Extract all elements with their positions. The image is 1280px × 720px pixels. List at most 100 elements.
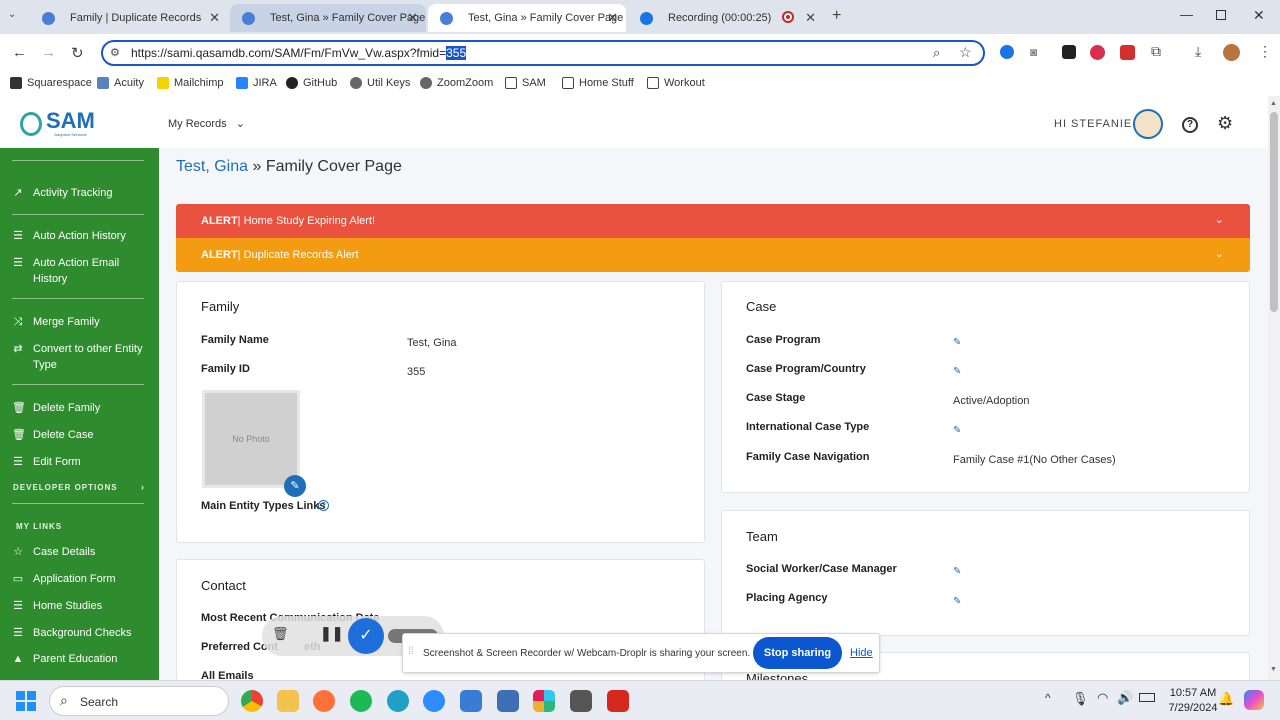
close-window-icon[interactable]: ✕: [1253, 7, 1265, 24]
tab-recording[interactable]: Recording (00:00:25) ✕: [628, 4, 824, 32]
my-records-dropdown[interactable]: My Records ⌄: [168, 117, 245, 130]
taskbar-search-box[interactable]: ⌕ Search: [49, 686, 229, 716]
bookmark-zoomzoom[interactable]: ZoomZoom: [420, 77, 493, 89]
new-tab-icon[interactable]: +: [832, 7, 841, 25]
home-study-expiring-alert[interactable]: ALERT | Home Study Expiring Alert! ⌄: [176, 204, 1250, 238]
sidebar-link-parent-education[interactable]: ▲ Parent Education: [12, 651, 118, 667]
tab-family-cover-page-active[interactable]: Test, Gina » Family Cover Page ✕: [428, 4, 626, 32]
sidebar-item-edit-form[interactable]: ☰ Edit Form: [12, 454, 81, 470]
tab-search-icon[interactable]: ⌄: [8, 9, 16, 20]
calculator-icon[interactable]: [570, 690, 592, 712]
minimize-icon[interactable]: —: [1180, 7, 1193, 22]
bookmark-acuity[interactable]: Acuity: [97, 77, 144, 89]
extension-icon[interactable]: [1000, 45, 1014, 59]
sidebar-link-case-details[interactable]: ☆ Case Details: [12, 544, 95, 560]
scroll-down-icon[interactable]: ▼: [1270, 666, 1277, 673]
edit-pencil-icon[interactable]: ✎: [953, 366, 961, 377]
zoom-icon[interactable]: ⌕: [933, 45, 940, 61]
help-circle-icon[interactable]: ?: [318, 500, 329, 511]
scrollbar-thumb[interactable]: [1270, 112, 1278, 312]
volume-icon[interactable]: 🔊: [1117, 690, 1133, 706]
menu-kebab-icon[interactable]: ⋮: [1258, 43, 1272, 60]
page-scrollbar[interactable]: ▲ ▼: [1268, 96, 1280, 680]
bookmark-home-stuff[interactable]: Home Stuff: [562, 77, 634, 89]
url-text[interactable]: https://sami.qasamdb.com/SAM/Fm/FmVw_Vw.…: [131, 46, 467, 60]
extension-icon[interactable]: [1062, 45, 1076, 59]
wifi-icon[interactable]: ◠: [1097, 690, 1108, 706]
tab-family-duplicate-records[interactable]: Family | Duplicate Records ✕: [30, 4, 228, 32]
close-tab-icon[interactable]: ✕: [607, 10, 618, 26]
chevron-down-icon[interactable]: ⌄: [1215, 213, 1224, 226]
bookmark-squarespace[interactable]: Squarespace: [10, 77, 92, 89]
adblock-icon[interactable]: [1090, 45, 1105, 60]
sidebar-link-background-checks[interactable]: ☰ Background Checks: [12, 625, 131, 641]
extension-icon[interactable]: [1120, 45, 1135, 60]
sidebar-link-home-studies[interactable]: ☰ Home Studies: [12, 598, 102, 614]
recorder-pause-button[interactable]: ❚❚: [320, 625, 343, 642]
close-tab-icon[interactable]: ✕: [805, 10, 816, 26]
taskbar-clock[interactable]: 10:57 AM 7/29/2024: [1162, 686, 1224, 716]
bookmark-star-icon[interactable]: ☆: [959, 44, 972, 61]
copilot-icon[interactable]: [1244, 690, 1264, 710]
bookmark-util-keys[interactable]: Util Keys: [350, 77, 410, 89]
edge-icon[interactable]: [387, 690, 409, 712]
profile-avatar-icon[interactable]: [1223, 44, 1240, 61]
sidebar-item-merge-family[interactable]: ⤨ Merge Family: [12, 314, 100, 330]
sidebar-link-application-form[interactable]: ▭ Application Form: [12, 571, 116, 587]
close-tab-icon[interactable]: ✕: [407, 10, 418, 26]
battery-icon[interactable]: [1139, 693, 1155, 702]
bookmark-mailchimp[interactable]: Mailchimp: [157, 77, 224, 89]
tab-family-cover-page-1[interactable]: Test, Gina » Family Cover Page ✕: [230, 4, 426, 32]
spotify-icon[interactable]: [350, 690, 372, 712]
snagit-icon[interactable]: [497, 690, 519, 712]
back-icon[interactable]: ←: [12, 44, 27, 61]
bookmark-github[interactable]: GitHub: [286, 77, 337, 89]
edit-pencil-icon[interactable]: ✎: [953, 425, 961, 436]
forward-icon[interactable]: →: [41, 44, 56, 61]
system-tray-chevron-icon[interactable]: ^: [1045, 691, 1051, 705]
edit-pencil-icon[interactable]: ✎: [953, 596, 961, 607]
help-icon[interactable]: ?: [1182, 117, 1198, 133]
scroll-up-icon[interactable]: ▲: [1270, 100, 1277, 107]
edit-photo-button[interactable]: ✎: [284, 475, 306, 497]
bookmark-sam[interactable]: SAM: [505, 77, 546, 89]
file-explorer-icon[interactable]: [277, 690, 299, 712]
sidebar-item-auto-action-email-history[interactable]: ☰ Auto Action Email History: [12, 255, 132, 287]
download-icon[interactable]: ⤓: [1195, 43, 1201, 60]
sidebar-item-delete-family[interactable]: 🗑 Delete Family: [12, 400, 100, 416]
address-bar[interactable]: ⚙ https://sami.qasamdb.com/SAM/Fm/FmVw_V…: [101, 40, 985, 66]
photos-icon[interactable]: [460, 690, 482, 712]
edit-pencil-icon[interactable]: ✎: [953, 566, 961, 577]
sidebar-item-auto-action-history[interactable]: ☰ Auto Action History: [12, 228, 126, 244]
duplicate-records-alert[interactable]: ALERT | Duplicate Records Alert ⌄: [176, 238, 1250, 272]
windows-start-icon[interactable]: [16, 691, 36, 711]
chrome-taskbar-icon[interactable]: [241, 690, 263, 712]
microphone-icon[interactable]: 🎙: [1072, 691, 1089, 707]
recorder-delete-button[interactable]: 🗑: [272, 626, 289, 642]
acrobat-icon[interactable]: [607, 690, 629, 712]
sidebar-item-activity-tracking[interactable]: ↗ Activity Tracking: [12, 185, 112, 201]
chevron-down-icon[interactable]: ⌄: [1215, 247, 1224, 260]
bookmark-jira[interactable]: JIRA: [236, 77, 277, 89]
restore-icon[interactable]: [1216, 10, 1226, 20]
developer-options-toggle[interactable]: DEVELOPER OPTIONS ›: [13, 482, 145, 492]
site-settings-icon[interactable]: ⚙: [110, 46, 120, 59]
recorder-finish-button[interactable]: ✓: [348, 618, 384, 654]
slack-icon[interactable]: [533, 690, 555, 712]
notifications-bell-icon[interactable]: 🔔: [1218, 691, 1234, 707]
stop-sharing-button[interactable]: Stop sharing: [753, 637, 842, 669]
breadcrumb-family-link[interactable]: Test, Gina: [176, 158, 248, 175]
sidebar-item-convert-entity[interactable]: ⇄ Convert to other Entity Type: [12, 341, 152, 373]
zoom-icon[interactable]: [423, 690, 445, 712]
reload-icon[interactable]: ↻: [71, 44, 84, 62]
drag-handle-icon[interactable]: ⁞⁞: [408, 646, 414, 657]
bookmark-workout[interactable]: Workout: [647, 77, 705, 89]
puzzle-icon[interactable]: ⧉: [1151, 43, 1161, 60]
camera-icon[interactable]: ◙: [1030, 45, 1037, 59]
edit-pencil-icon[interactable]: ✎: [953, 337, 961, 348]
family-case-navigation-link[interactable]: Family Case #1(No Other Cases): [953, 454, 1116, 466]
settings-gear-icon[interactable]: ⚙: [1217, 113, 1233, 134]
close-tab-icon[interactable]: ✕: [209, 10, 220, 26]
firefox-icon[interactable]: [313, 690, 335, 712]
sidebar-item-delete-case[interactable]: 🗑 Delete Case: [12, 427, 94, 443]
